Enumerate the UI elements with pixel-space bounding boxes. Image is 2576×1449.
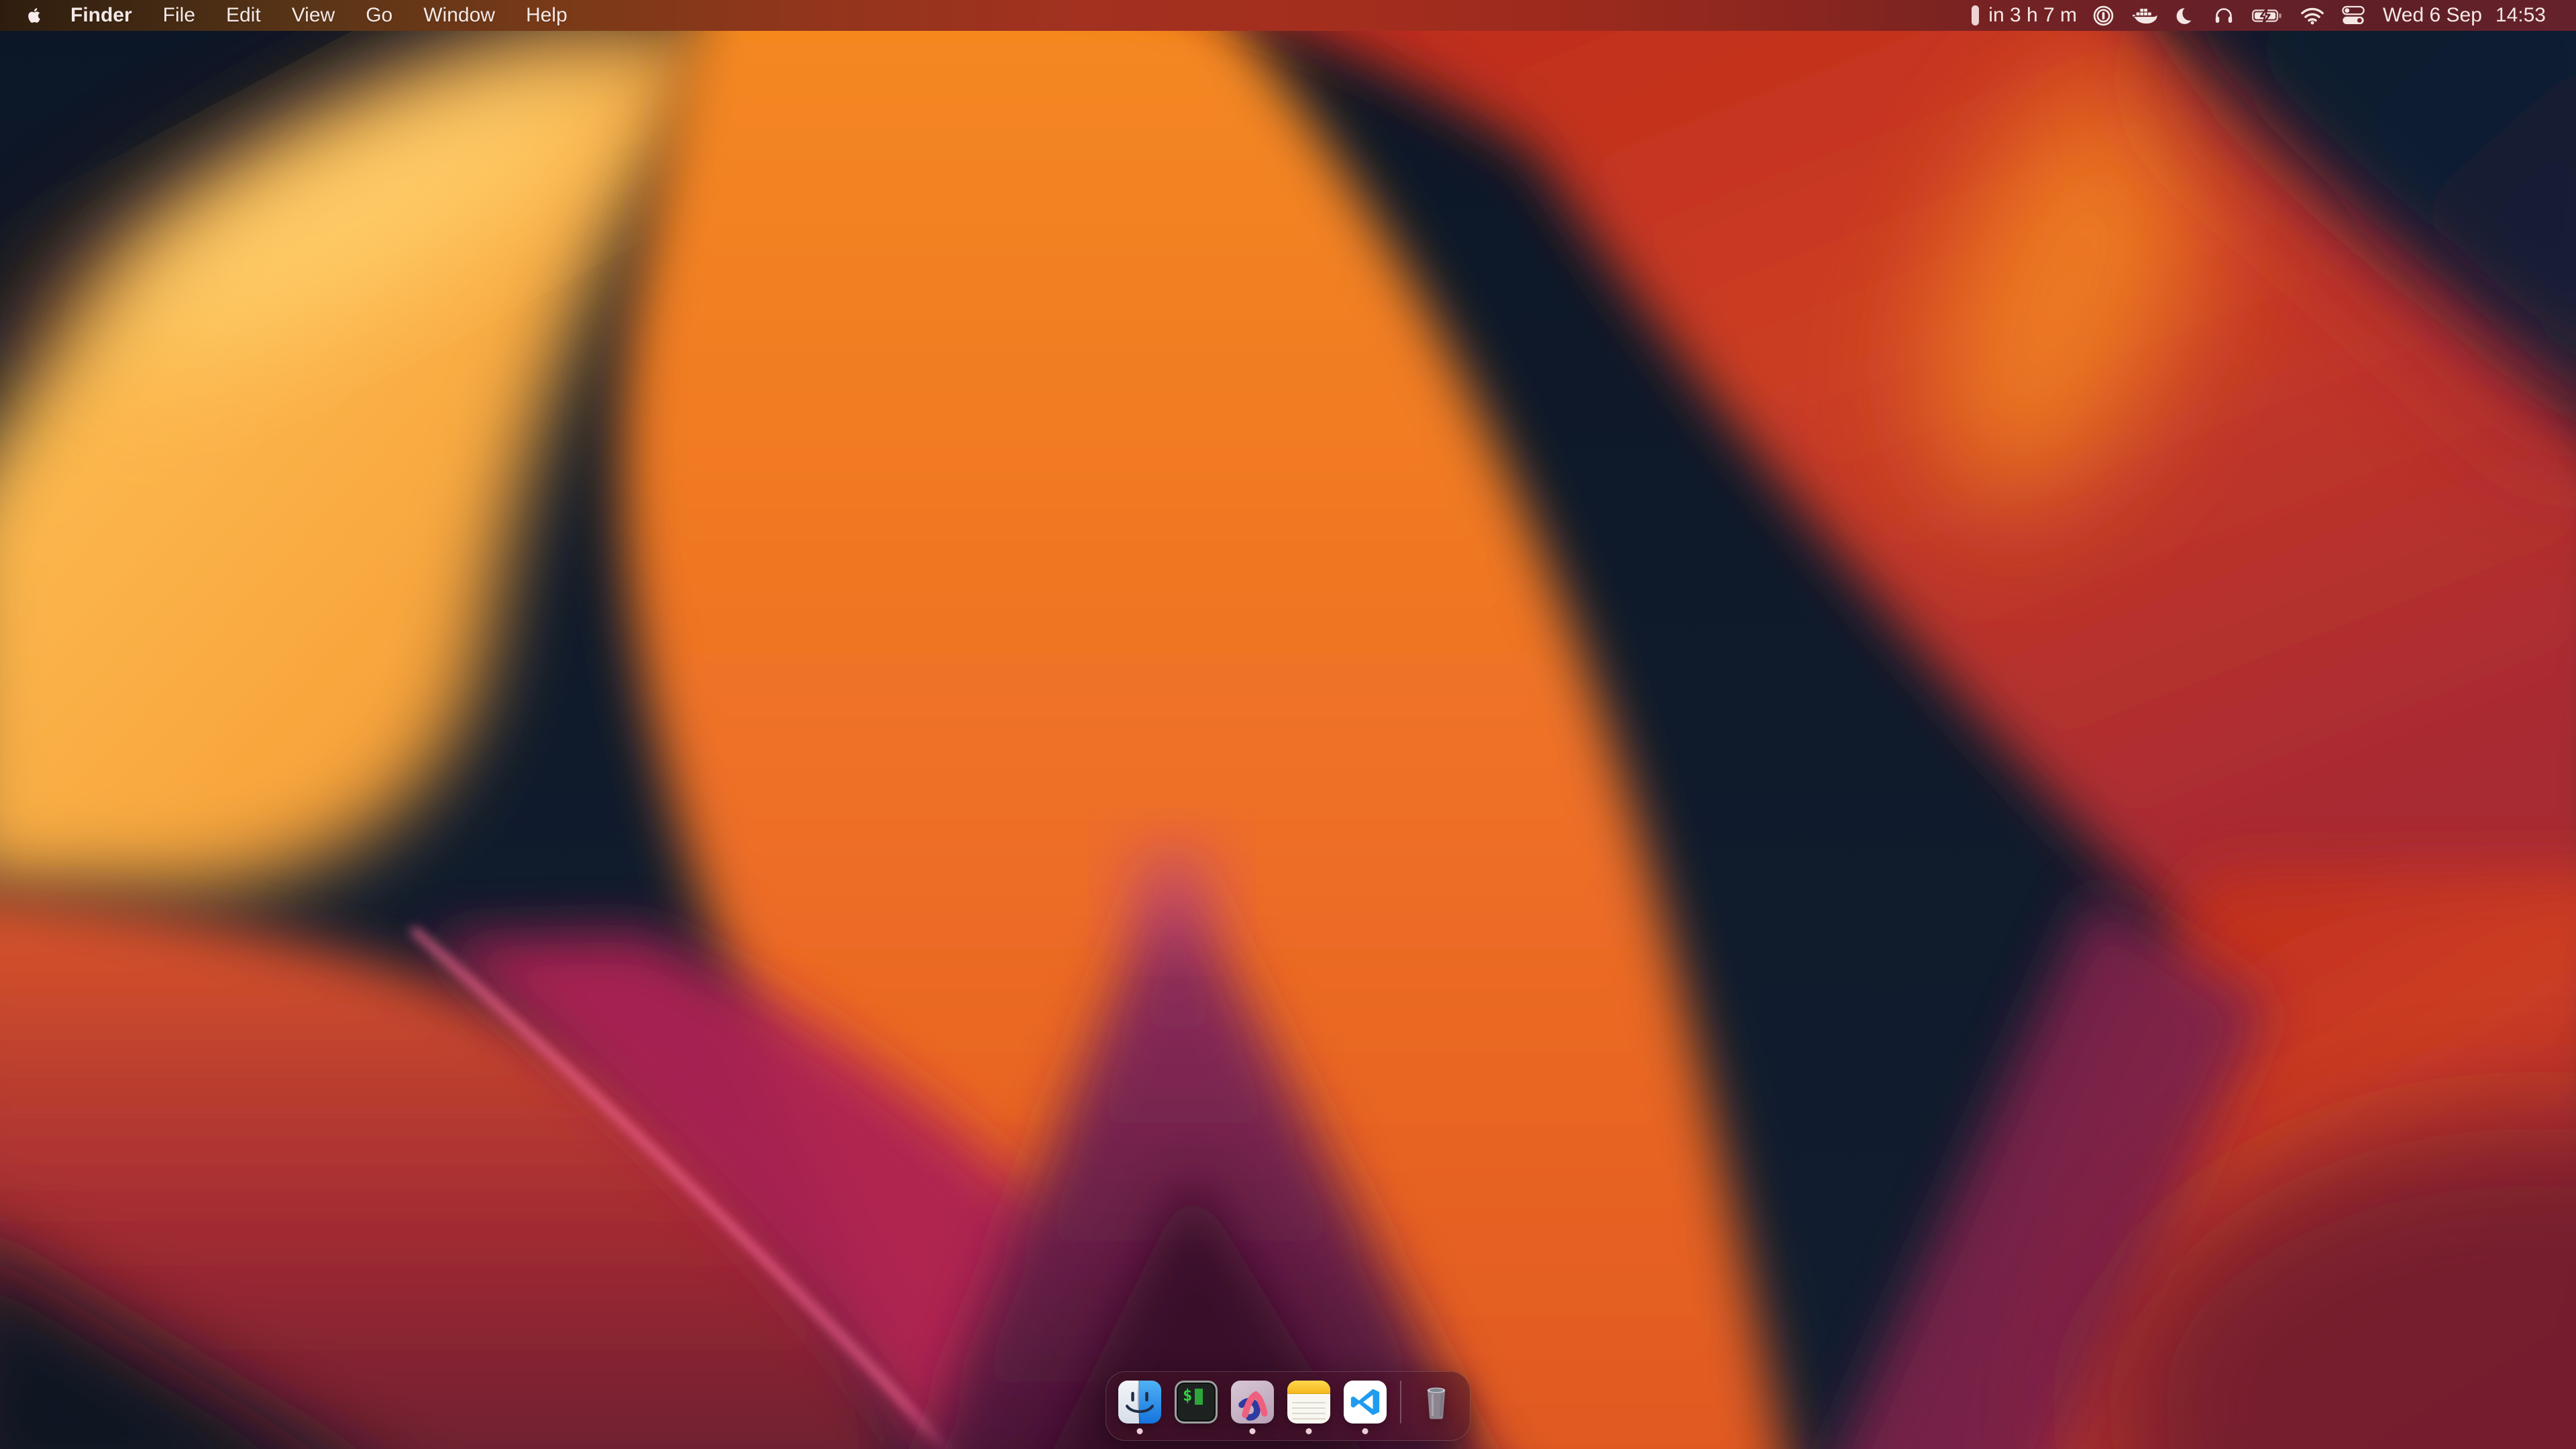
arc-browser-icon [1231,1381,1274,1424]
timer-label: in 3 h 7 m [1988,4,2077,27]
finder-icon [1118,1381,1161,1424]
apple-logo-icon [25,5,43,25]
focus-menu-item[interactable] [2175,5,2196,26]
running-indicator [1137,1428,1143,1434]
menu-edit[interactable]: Edit [211,4,276,27]
wifi-icon [2300,7,2324,25]
wallpaper-ventura [0,0,2576,1449]
menu-help[interactable]: Help [511,4,583,27]
docker-icon [2132,5,2157,26]
running-indicator [1306,1428,1312,1434]
battery-charging-icon [2252,8,2283,23]
notes-icon [1287,1381,1330,1424]
dock-item-notes[interactable] [1287,1381,1330,1436]
dock-item-arc[interactable] [1231,1381,1274,1436]
control-center-icon [2342,5,2365,25]
menu-view[interactable]: View [276,4,350,27]
dock-item-finder[interactable] [1118,1381,1161,1436]
dock-separator [1400,1381,1401,1424]
dock: $ [1106,1371,1470,1441]
one-password-menu-item[interactable] [2092,5,2114,27]
headphones-menu-item[interactable] [2213,5,2235,26]
menu-file[interactable]: File [148,4,211,27]
dock-item-vscode[interactable] [1344,1381,1387,1436]
1password-icon [2092,5,2114,27]
wifi-menu-item[interactable] [2300,7,2324,25]
apple-menu[interactable] [25,5,55,25]
running-indicator [1362,1428,1368,1434]
desktop: Finder File Edit View Go Window Help in … [0,0,2576,1449]
trash-icon [1415,1381,1458,1424]
headphones-icon [2213,5,2235,26]
clock-date: Wed 6 Sep [2383,4,2482,27]
timer-status[interactable]: in 3 h 7 m [1972,4,2077,27]
dock-item-trash[interactable] [1415,1381,1458,1436]
clock-time: 14:53 [2496,4,2546,27]
menu-bar: Finder File Edit View Go Window Help in … [0,0,2576,31]
terminal-icon: $ [1175,1381,1218,1424]
control-center-menu-item[interactable] [2342,5,2365,25]
focus-moon-icon [2175,5,2196,26]
menu-window[interactable]: Window [408,4,511,27]
timer-progress-icon [1972,5,1979,25]
battery-menu-item[interactable] [2252,8,2283,23]
menu-app-name[interactable]: Finder [55,4,148,27]
vscode-icon [1344,1381,1387,1424]
running-indicator [1250,1428,1256,1434]
dock-item-terminal[interactable]: $ [1175,1381,1218,1436]
docker-menu-item[interactable] [2132,5,2157,26]
menu-bar-clock[interactable]: Wed 6 Sep 14:53 [2383,4,2546,27]
menu-go[interactable]: Go [350,4,408,27]
